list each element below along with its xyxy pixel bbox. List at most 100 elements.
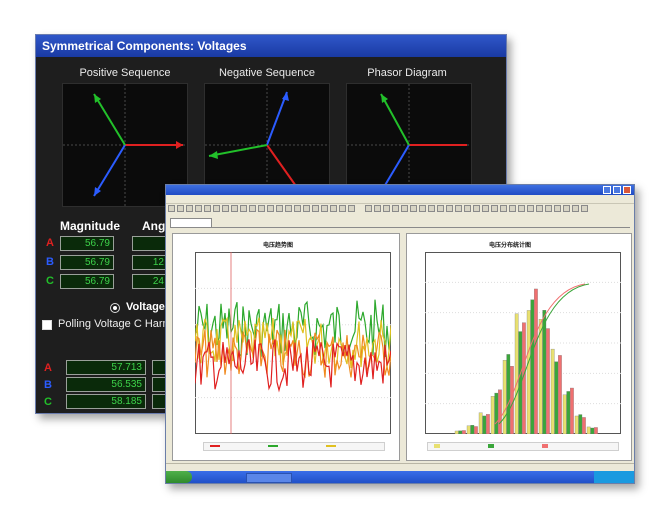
toolbar-button[interactable] bbox=[303, 205, 310, 212]
toolbar-button[interactable] bbox=[204, 205, 211, 212]
close-icon[interactable] bbox=[623, 186, 631, 194]
bottom-phase-c-label: C bbox=[44, 396, 52, 408]
distribution-bar bbox=[594, 427, 598, 434]
toolbar-button[interactable] bbox=[464, 205, 471, 212]
toolbar-button[interactable] bbox=[572, 205, 579, 212]
distribution-bar bbox=[554, 361, 559, 434]
distribution-chart-title: 电压分布统计图 bbox=[489, 243, 532, 249]
distribution-bar bbox=[566, 391, 571, 434]
toolbar-button[interactable] bbox=[267, 205, 274, 212]
toolbar-button[interactable] bbox=[437, 205, 444, 212]
toolbar-button[interactable] bbox=[491, 205, 498, 212]
distribution-bar bbox=[546, 328, 550, 434]
toolbar-button[interactable] bbox=[536, 205, 543, 212]
bottom-a-extra bbox=[152, 360, 166, 375]
distribution-bar bbox=[502, 360, 507, 434]
angle-a-value bbox=[132, 236, 168, 251]
toolbar-button[interactable] bbox=[339, 205, 346, 212]
toolbar-button[interactable] bbox=[419, 205, 426, 212]
distribution-bar bbox=[498, 389, 502, 434]
maximize-icon[interactable] bbox=[613, 186, 621, 194]
distribution-bar bbox=[578, 414, 583, 434]
toolbar bbox=[168, 204, 630, 214]
magnitude-a-value: 56.79 bbox=[60, 236, 114, 251]
legend-swatch-green bbox=[488, 444, 494, 448]
distribution-bar bbox=[462, 430, 466, 434]
toolbar-button[interactable] bbox=[186, 205, 193, 212]
toolbar-button[interactable] bbox=[509, 205, 516, 212]
toolbar-button[interactable] bbox=[428, 205, 435, 212]
distribution-bar bbox=[538, 319, 543, 434]
phase-c-label: C bbox=[46, 275, 54, 287]
toolbar-button[interactable] bbox=[312, 205, 319, 212]
menu-bar[interactable] bbox=[166, 195, 634, 204]
distribution-bar bbox=[582, 417, 586, 434]
minimize-icon[interactable] bbox=[603, 186, 611, 194]
toolbar-button[interactable] bbox=[554, 205, 561, 212]
toolbar-button[interactable] bbox=[473, 205, 480, 212]
magnitude-c-value: 56.79 bbox=[60, 274, 114, 289]
distribution-bar bbox=[506, 354, 511, 434]
distribution-bar bbox=[486, 414, 490, 434]
toolbar-button[interactable] bbox=[213, 205, 220, 212]
bottom-phase-a-label: A bbox=[44, 362, 52, 374]
angle-c-value: 24 bbox=[132, 274, 168, 289]
toolbar-button[interactable] bbox=[249, 205, 256, 212]
toolbar-button[interactable] bbox=[527, 205, 534, 212]
toolbar-button[interactable] bbox=[231, 205, 238, 212]
toolbar-button[interactable] bbox=[545, 205, 552, 212]
toolbar-button[interactable] bbox=[195, 205, 202, 212]
toolbar-button[interactable] bbox=[321, 205, 328, 212]
toolbar-button[interactable] bbox=[374, 205, 381, 212]
toolbar-button[interactable] bbox=[581, 205, 588, 212]
toolbar-button[interactable] bbox=[222, 205, 229, 212]
distribution-bar bbox=[454, 430, 459, 434]
toolbar-button[interactable] bbox=[518, 205, 525, 212]
toolbar-button[interactable] bbox=[330, 205, 337, 212]
legend-swatch-yellow bbox=[326, 445, 336, 447]
toolbar-button[interactable] bbox=[446, 205, 453, 212]
voltage-radio-label: Voltage bbox=[126, 301, 165, 313]
bottom-a-value: 57.713 bbox=[66, 360, 146, 375]
toolbar-button[interactable] bbox=[365, 205, 372, 212]
bottom-c-extra bbox=[152, 394, 166, 409]
window-title: Symmetrical Components: Voltages bbox=[36, 35, 506, 57]
toolbar-button[interactable] bbox=[500, 205, 507, 212]
trend-chart-panel: 电压趋势图 bbox=[172, 233, 400, 461]
distribution-bar bbox=[526, 310, 531, 434]
angle-header: Ang bbox=[142, 219, 166, 233]
legend-swatch-red bbox=[542, 444, 548, 448]
distribution-bar bbox=[458, 430, 463, 434]
phase-b-label: B bbox=[46, 256, 54, 268]
toolbar-button[interactable] bbox=[563, 205, 570, 212]
toolbar-button[interactable] bbox=[258, 205, 265, 212]
phasor-c bbox=[380, 93, 410, 146]
voltage-radio[interactable] bbox=[110, 303, 120, 313]
toolbar-button[interactable] bbox=[276, 205, 283, 212]
toolbar-button[interactable] bbox=[285, 205, 292, 212]
toolbar-button[interactable] bbox=[392, 205, 399, 212]
trend-legend bbox=[203, 442, 385, 451]
toolbar-button[interactable] bbox=[410, 205, 417, 212]
distribution-bar bbox=[586, 426, 591, 434]
polling-checkbox[interactable] bbox=[42, 320, 52, 330]
phasor-diagram-title: Phasor Diagram bbox=[367, 67, 447, 79]
distribution-bar bbox=[494, 392, 499, 434]
toolbar-button[interactable] bbox=[455, 205, 462, 212]
toolbar-button[interactable] bbox=[168, 205, 175, 212]
toolbar-button[interactable] bbox=[401, 205, 408, 212]
start-button[interactable] bbox=[166, 471, 192, 483]
distribution-bar bbox=[510, 366, 514, 434]
toolbar-button[interactable] bbox=[482, 205, 489, 212]
toolbar-button[interactable] bbox=[383, 205, 390, 212]
phase-a-label: A bbox=[46, 237, 54, 249]
distribution-bar bbox=[562, 394, 567, 434]
toolbar-button[interactable] bbox=[177, 205, 184, 212]
toolbar-button[interactable] bbox=[240, 205, 247, 212]
legend-swatch-yellow bbox=[434, 444, 440, 448]
polling-checkbox-label: Polling Voltage C Harmo bbox=[58, 318, 178, 330]
toolbar-button[interactable] bbox=[348, 205, 355, 212]
taskbar-item[interactable] bbox=[246, 473, 292, 483]
toolbar-button[interactable] bbox=[294, 205, 301, 212]
bottom-c-value: 58.185 bbox=[66, 394, 146, 409]
